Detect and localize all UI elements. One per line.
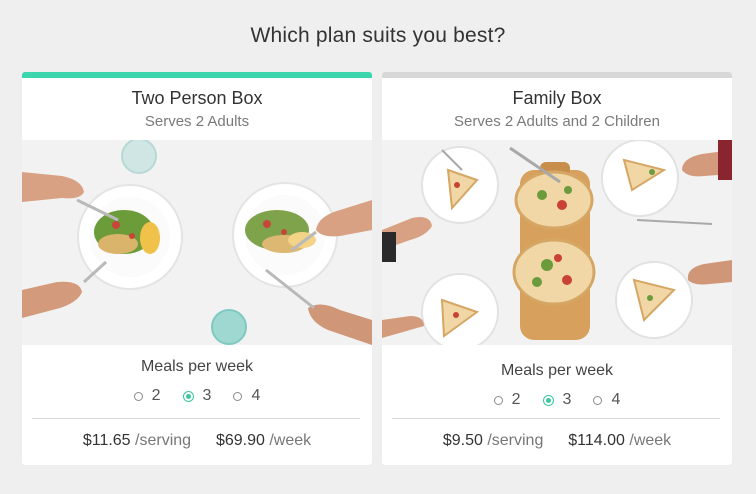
meals-per-week-label: Meals per week [500,362,614,379]
meals-options: 2 3 4 [22,387,372,405]
price-per-week: $114.00 [568,432,625,449]
meals-per-week-label: Meals per week [140,358,254,375]
plan-photo-family [382,140,732,345]
radio-selected-icon[interactable] [182,390,194,402]
meal-option-2[interactable]: 2 [493,391,521,409]
price-per-serving: $11.65 [82,432,131,449]
plan-photo-two-person [22,140,372,345]
meal-option-label: 2 [511,391,521,408]
meal-option-label: 4 [611,391,621,408]
selected-indicator-bar [22,72,372,78]
meal-option-4[interactable]: 4 [593,391,620,409]
radio-unselected-icon[interactable] [133,391,143,401]
price-per-serving: $9.50 [442,432,483,449]
serving-unit: /serving [135,432,192,449]
plan-title: Two Person Box [131,88,263,108]
plan-title: Family Box [512,88,602,108]
meal-option-label: 3 [202,387,212,404]
week-unit: /week [269,432,312,449]
plan-card-family[interactable]: Family Box Serves 2 Adults and 2 Childre… [382,72,732,465]
divider [32,418,360,419]
divider [392,418,720,419]
meal-option-label: 2 [151,387,161,404]
radio-unselected-icon[interactable] [493,395,503,405]
serving-unit: /serving [487,432,544,449]
meal-option-label: 4 [251,387,261,404]
page-title: Which plan suits you best? [250,24,506,47]
radio-unselected-icon[interactable] [233,391,243,401]
week-unit: /week [629,432,672,449]
plan-subtitle: Serves 2 Adults and 2 Children [454,113,660,130]
price-per-week: $69.90 [215,432,265,449]
price-row: $11.65 /serving $69.90 /week [22,432,372,450]
meal-option-4[interactable]: 4 [233,387,260,405]
meal-option-3[interactable]: 3 [182,387,212,405]
unselected-indicator-bar [382,72,732,78]
radio-selected-icon[interactable] [542,394,554,406]
meal-option-3[interactable]: 3 [542,391,572,409]
meals-options: 2 3 4 [382,391,732,409]
plan-card-two-person[interactable]: Two Person Box Serves 2 Adults Meals per… [22,72,372,465]
meal-option-2[interactable]: 2 [133,387,161,405]
radio-unselected-icon[interactable] [593,395,603,405]
plan-subtitle: Serves 2 Adults [144,113,250,130]
meal-option-label: 3 [562,391,572,408]
price-row: $9.50 /serving $114.00 /week [382,432,732,450]
